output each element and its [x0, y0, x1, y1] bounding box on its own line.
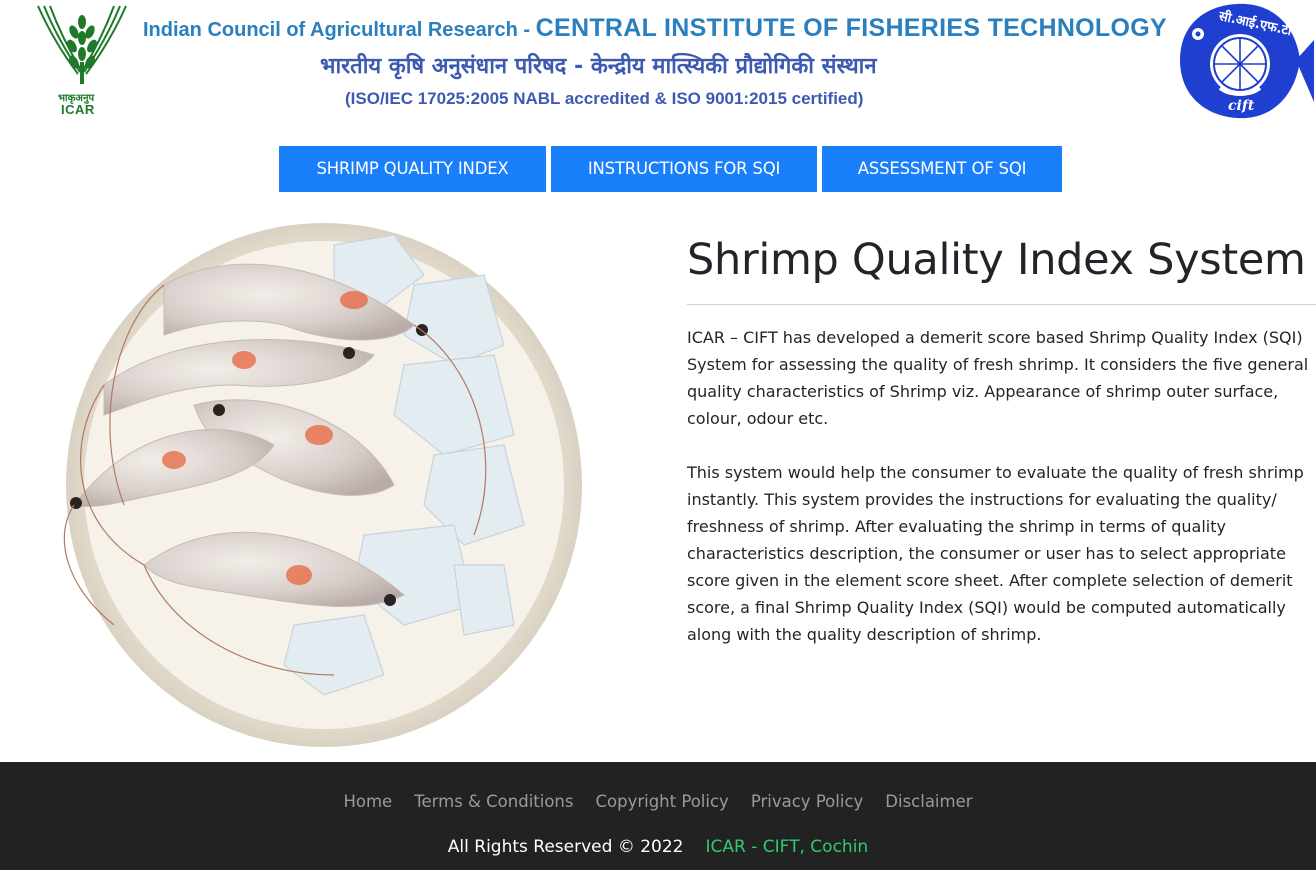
- banner-certification: (ISO/IEC 17025:2005 NABL accredited & IS…: [345, 89, 864, 108]
- footer-link-copyright-policy[interactable]: Copyright Policy: [595, 792, 728, 811]
- title-divider: [687, 304, 1316, 305]
- shrimp-bowl-image: [63, 223, 582, 747]
- footer-link-home[interactable]: Home: [343, 792, 392, 811]
- footer-link-privacy-policy[interactable]: Privacy Policy: [751, 792, 863, 811]
- copyright-text: All Rights Reserved © 2022: [447, 837, 684, 857]
- intro-paragraph: ICAR – CIFT has developed a demerit scor…: [687, 328, 1309, 428]
- nav-assessment-button[interactable]: ASSESSMENT OF SQI: [822, 146, 1062, 192]
- header-banner: भाकृअनुप ICAR Indian Council of Agricult…: [0, 0, 1316, 125]
- icar-logo-text: ICAR: [61, 102, 95, 117]
- footer-link-terms[interactable]: Terms & Conditions: [414, 792, 573, 811]
- banner-hindi-title: भारतीय कृषि अनुसंधान परिषद - केन्द्रीय म…: [320, 54, 877, 79]
- footer: Home Terms & Conditions Copyright Policy…: [0, 762, 1316, 870]
- footer-link-disclaimer[interactable]: Disclaimer: [885, 792, 972, 811]
- nav-instructions-button[interactable]: INSTRUCTIONS FOR SQI: [551, 146, 817, 192]
- cift-logo-text: cift: [1228, 98, 1255, 114]
- footer-org-link[interactable]: ICAR - CIFT, Cochin: [705, 837, 868, 857]
- footer-links: Home Terms & Conditions Copyright Policy…: [0, 792, 1316, 811]
- main-nav: SHRIMP QUALITY INDEX INSTRUCTIONS FOR SQ…: [0, 146, 1316, 192]
- description-paragraph: This system would help the consumer to e…: [687, 463, 1304, 644]
- nav-shrimp-quality-index-button[interactable]: SHRIMP QUALITY INDEX: [279, 146, 546, 192]
- page-title: Shrimp Quality Index System: [687, 235, 1306, 285]
- banner-council-name: Indian Council of Agricultural Research …: [143, 19, 536, 41]
- banner-institute-name: CENTRAL INSTITUTE OF FISHERIES TECHNOLOG…: [535, 14, 1167, 42]
- cift-logo: सी.आई.एफ.टी cift: [1180, 3, 1314, 119]
- banner-title: Indian Council of Agricultural Research …: [143, 14, 1167, 43]
- footer-copyright: All Rights Reserved © 2022 ICAR - CIFT, …: [0, 837, 1316, 857]
